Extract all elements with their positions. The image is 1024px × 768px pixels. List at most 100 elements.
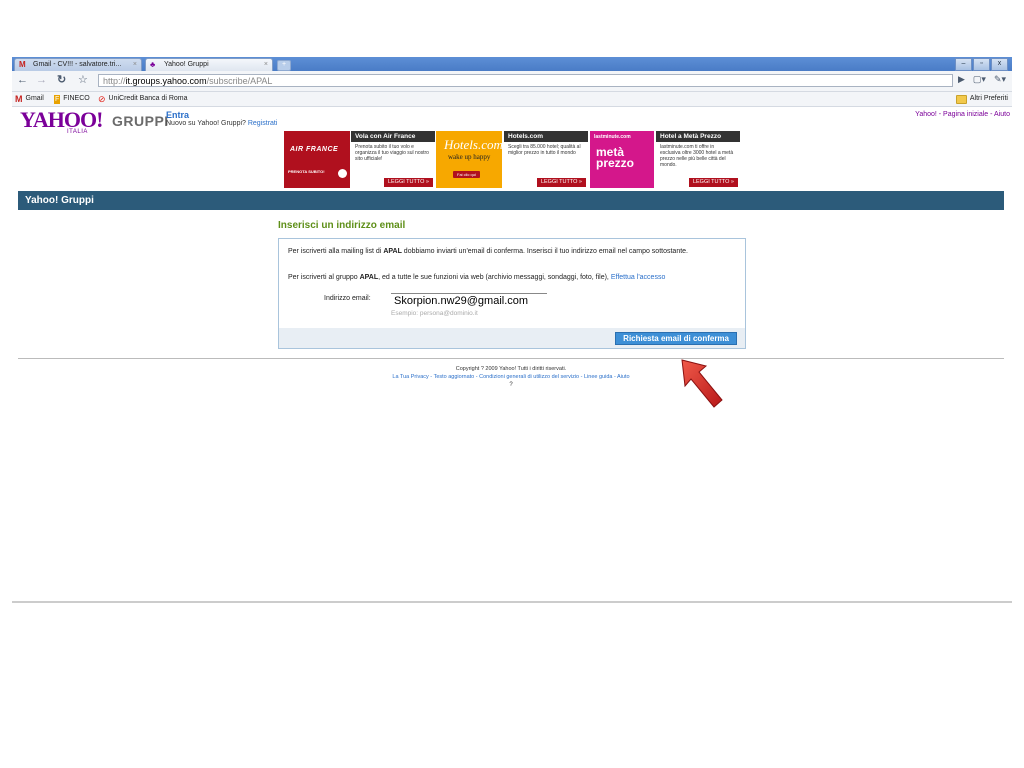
reload-icon[interactable]: ↻	[57, 74, 66, 86]
footer-divider	[18, 358, 1004, 359]
read-more-button[interactable]: LEGGI TUTTO »	[536, 178, 586, 187]
footer-link[interactable]: La Tua Privacy	[392, 374, 428, 380]
ad-body: Scegli tra 85.000 hotel; qualità al migl…	[508, 144, 581, 156]
ad-title: Hotel a Metà Prezzo	[656, 131, 740, 142]
footer-link[interactable]: Linee guida	[584, 374, 612, 380]
product-name: GRUPPI	[112, 113, 169, 129]
group-name: APAL	[383, 248, 402, 255]
intro-text-a: Per iscriverti alla mailing list di	[288, 248, 384, 255]
login-text-b: , ed a tutte le sue funzioni via web (ar…	[378, 274, 611, 281]
yahoo-icon: ♣	[150, 60, 156, 69]
ad-title: Vola con Air France	[351, 131, 435, 142]
maximize-icon[interactable]: ▫	[973, 58, 990, 71]
tab-gmail[interactable]: M Gmail - CV!!! - salvatore.tri... ×	[14, 58, 142, 71]
login-link[interactable]: Effettua l'accesso	[611, 274, 666, 281]
tab-label: Yahoo! Gruppi	[164, 61, 209, 68]
section-bar: Yahoo! Gruppi	[18, 191, 1004, 210]
hotels-logo: Hotels.com	[444, 137, 503, 152]
new-tab-button[interactable]: +	[277, 60, 291, 71]
airfrance-logo: AIR FRANCE	[290, 146, 339, 153]
arrow-circle-icon	[338, 169, 347, 178]
footer-link[interactable]: Condizioni generali di utilizzo del serv…	[479, 374, 579, 380]
copyright: Copyright ? 2009 Yahoo! Tutti i diritti …	[455, 366, 567, 372]
footer-qmark: ?	[509, 382, 513, 388]
signin-link[interactable]: Entra	[166, 110, 189, 120]
url-scheme: http://	[103, 76, 126, 86]
lastminute-big: metà prezzo	[596, 145, 635, 170]
hotels-tagline: wake up happy	[448, 153, 491, 161]
bookmark-label: FINECO	[63, 95, 90, 102]
bookmark-fineco[interactable]: F FINECO	[54, 92, 90, 106]
star-icon[interactable]: ☆	[78, 74, 88, 86]
wrench-icon[interactable]: ✎▾	[994, 74, 1006, 85]
yahoo-logo[interactable]: YAHOO! ITALIA	[20, 107, 103, 136]
red-arrow-annotation	[681, 359, 723, 408]
top-links[interactable]: Yahoo! - Pagina iniziale - Aiuto	[915, 111, 1010, 118]
close-window-icon[interactable]: x	[991, 58, 1008, 71]
lastminute-logo: lastminute.com	[594, 134, 631, 140]
group-name: APAL	[359, 274, 379, 281]
url-host: it.groups.yahoo.com	[125, 76, 207, 86]
fineco-icon: F	[54, 94, 61, 104]
bookmark-gmail[interactable]: M Gmail	[15, 92, 44, 106]
register-link[interactable]: Registrati	[248, 120, 278, 127]
email-label: Indirizzo email:	[324, 295, 371, 302]
footer-links: La Tua Privacy - Testo aggiornato - Cond…	[392, 374, 630, 380]
gmail-icon: M	[19, 60, 26, 69]
airfrance-cta: PRENOTA SUBITO!	[288, 169, 325, 174]
login-text: Per iscriverti al gruppo APAL, ed a tutt…	[288, 274, 748, 281]
form-footer: Richiesta email di conferma	[279, 328, 745, 348]
ad-title: Hotels.com	[504, 131, 588, 142]
tab-label: Gmail - CV!!! - salvatore.tri...	[33, 61, 122, 68]
yahoo-logo-text: YAHOO!	[20, 107, 103, 132]
tab-yahoo-gruppi[interactable]: ♣ Yahoo! Gruppi ×	[145, 58, 273, 71]
play-icon[interactable]: ▶	[958, 74, 965, 85]
minimize-icon[interactable]: –	[955, 58, 972, 71]
other-bookmarks-label: Altri Preferiti	[969, 95, 1008, 102]
window-controls: – ▫ x	[955, 58, 1008, 71]
ad-body: lastminute.com ti offre in esclusiva olt…	[660, 144, 734, 168]
ad-airfrance-text[interactable]: Vola con Air France Prenota subito il tu…	[351, 131, 435, 188]
browser-tabstrip: M Gmail - CV!!! - salvatore.tri... × ♣ Y…	[12, 57, 1012, 71]
ad-banner[interactable]: AIR FRANCE PRENOTA SUBITO! Vola con Air …	[284, 131, 742, 188]
close-icon[interactable]: ×	[133, 59, 137, 71]
gmail-icon: M	[15, 93, 23, 104]
folder-icon	[955, 94, 967, 104]
email-hint: Esempio: persona@dominio.it	[391, 310, 478, 317]
unicredit-icon: ⊘	[98, 93, 106, 104]
ad-hotels-text[interactable]: Hotels.com Scegli tra 85.000 hotel; qual…	[504, 131, 588, 188]
back-arrow-icon[interactable]: ←	[17, 74, 28, 86]
page-menu-icon[interactable]: ▢▾	[973, 74, 986, 85]
read-more-button[interactable]: LEGGI TUTTO »	[383, 178, 433, 187]
intro-text-b: dobbiamo inviarti un'email di conferma. …	[401, 248, 688, 255]
ad-body: Prenota subito il tuo volo e organizza i…	[355, 144, 429, 162]
ad-lastminute-text[interactable]: Hotel a Metà Prezzo lastminute.com ti of…	[656, 131, 740, 188]
url-path: /subscribe/APAL	[206, 76, 273, 86]
request-confirmation-button[interactable]: Richiesta email di conferma	[615, 332, 737, 345]
new-user-text: Nuovo su Yahoo! Gruppi? Registrati	[166, 120, 277, 127]
close-icon[interactable]: ×	[264, 59, 268, 71]
ad-airfrance-image[interactable]: AIR FRANCE PRENOTA SUBITO!	[284, 131, 350, 188]
bottom-divider	[12, 601, 1012, 603]
other-bookmarks[interactable]: Altri Preferiti	[955, 92, 1008, 106]
subscribe-form: Per iscriverti alla mailing list di APAL…	[278, 238, 746, 349]
read-more-button[interactable]: LEGGI TUTTO »	[688, 178, 738, 187]
email-field[interactable]	[391, 293, 547, 307]
bookmarks-bar: M Gmail F FINECO ⊘ UniCredit Banca di Ro…	[12, 92, 1012, 107]
footer-link[interactable]: Aiuto	[617, 374, 630, 380]
forward-arrow-icon[interactable]: →	[36, 74, 47, 86]
intro-text: Per iscriverti alla mailing list di APAL…	[288, 247, 728, 256]
hotels-cta: Fai clic qui	[453, 171, 480, 178]
login-text-a: Per iscriverti al gruppo	[288, 274, 360, 281]
ad-lastminute-image[interactable]: lastminute.com metà prezzo	[590, 131, 654, 188]
toolbar-right: ▶ ▢▾ ✎▾	[958, 74, 1006, 85]
form-title: Inserisci un indirizzo email	[278, 220, 406, 231]
bookmark-unicredit[interactable]: ⊘ UniCredit Banca di Roma	[98, 92, 188, 106]
ad-hotels-image[interactable]: Hotels.com wake up happy Fai clic qui	[436, 131, 503, 188]
new-user-label: Nuovo su Yahoo! Gruppi?	[166, 120, 246, 127]
address-bar[interactable]: http://it.groups.yahoo.com/subscribe/APA…	[98, 74, 953, 87]
bookmark-label: UniCredit Banca di Roma	[108, 95, 188, 102]
browser-toolbar: ← → ↻ ☆ http://it.groups.yahoo.com/subsc…	[12, 71, 1012, 92]
footer-link[interactable]: Testo aggiornato	[434, 374, 475, 380]
logo-country: ITALIA	[67, 129, 88, 135]
